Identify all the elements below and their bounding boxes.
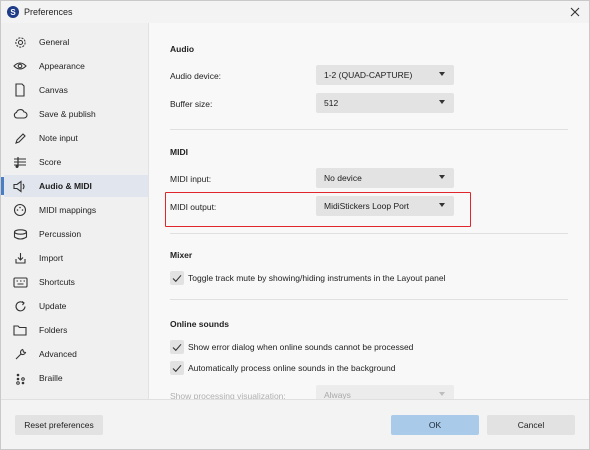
sidebar-item-label: Percussion — [39, 229, 82, 239]
score-icon — [12, 154, 28, 170]
chevron-down-icon — [439, 203, 445, 207]
sidebar-item-braille[interactable]: Braille — [4, 367, 148, 389]
show-error-dialog-checkbox[interactable] — [170, 340, 184, 354]
sidebar-item-note-input[interactable]: Note input — [4, 127, 148, 149]
sidebar-item-appearance[interactable]: Appearance — [4, 55, 148, 77]
sidebar-item-label: Canvas — [39, 85, 68, 95]
braille-icon — [12, 370, 28, 386]
sidebar-item-folders[interactable]: Folders — [4, 319, 148, 341]
speaker-icon — [12, 178, 28, 194]
sidebar-item-label: Import — [39, 253, 64, 263]
buffer-size-label: Buffer size: — [170, 99, 213, 109]
drum-icon — [12, 226, 28, 242]
close-button[interactable] — [567, 4, 583, 20]
visualization-value: Always — [324, 390, 351, 399]
sidebar-item-label: Score — [39, 157, 62, 167]
midi-input-select[interactable]: No device — [316, 168, 454, 188]
toggle-track-mute-checkbox[interactable] — [170, 271, 184, 285]
mixer-section-title: Mixer — [170, 250, 193, 260]
reset-preferences-button[interactable]: Reset preferences — [15, 415, 103, 435]
midi-input-label: MIDI input: — [170, 174, 212, 184]
buffer-size-value: 512 — [324, 98, 339, 108]
ok-button[interactable]: OK — [391, 415, 479, 435]
cancel-button[interactable]: Cancel — [487, 415, 575, 435]
sidebar-item-label: General — [39, 37, 70, 47]
sidebar-item-import[interactable]: Import — [4, 247, 148, 269]
toggle-track-mute-option: Toggle track mute by showing/hiding inst… — [170, 271, 446, 285]
sidebar-item-score[interactable]: Score — [4, 151, 148, 173]
auto-process-checkbox[interactable] — [170, 361, 184, 375]
auto-process-option: Automatically process online sounds in t… — [170, 361, 395, 375]
midi-output-label: MIDI output: — [170, 202, 217, 212]
buffer-size-select[interactable]: 512 — [316, 93, 454, 113]
refresh-icon — [12, 298, 28, 314]
chevron-down-icon — [439, 100, 445, 104]
audio-device-value: 1-2 (QUAD-CAPTURE) — [324, 70, 413, 80]
sidebar-item-percussion[interactable]: Percussion — [4, 223, 148, 245]
sidebar: General Appearance Canvas Save & publish… — [1, 23, 149, 399]
cloud-icon — [12, 106, 28, 122]
midi-port-icon — [12, 202, 28, 218]
sidebar-item-label: MIDI mappings — [39, 205, 97, 215]
audio-device-select[interactable]: 1-2 (QUAD-CAPTURE) — [316, 65, 454, 85]
app-logo-icon: S — [7, 6, 19, 18]
close-icon — [570, 7, 580, 17]
eye-icon — [12, 58, 28, 74]
keyboard-icon — [12, 274, 28, 290]
sidebar-item-label: Audio & MIDI — [39, 181, 92, 191]
midi-output-select[interactable]: MidiStickers Loop Port — [316, 196, 454, 216]
sidebar-item-audio-midi[interactable]: Audio & MIDI — [1, 175, 148, 197]
divider — [170, 233, 568, 234]
checkmark-icon — [172, 364, 182, 372]
sidebar-item-label: Appearance — [39, 61, 85, 71]
chevron-down-icon — [439, 72, 445, 76]
divider — [170, 129, 568, 130]
visualization-label: Show processing visualization: — [170, 391, 286, 399]
page-icon — [12, 82, 28, 98]
sidebar-item-canvas[interactable]: Canvas — [4, 79, 148, 101]
checkmark-icon — [172, 274, 182, 282]
toggle-track-mute-label: Toggle track mute by showing/hiding inst… — [188, 273, 446, 283]
midi-output-value: MidiStickers Loop Port — [324, 201, 410, 211]
pen-icon — [12, 130, 28, 146]
checkmark-icon — [172, 343, 182, 351]
audio-device-label: Audio device: — [170, 71, 222, 81]
title-bar: S Preferences — [1, 1, 589, 23]
chevron-down-icon — [439, 175, 445, 179]
sidebar-item-label: Shortcuts — [39, 277, 75, 287]
folder-icon — [12, 322, 28, 338]
sidebar-item-label: Save & publish — [39, 109, 96, 119]
sidebar-item-midi-mappings[interactable]: MIDI mappings — [4, 199, 148, 221]
gear-icon — [12, 34, 28, 50]
preferences-dialog: S Preferences General Appearance Canvas — [0, 0, 590, 450]
audio-section-title: Audio — [170, 44, 195, 54]
settings-panel: Audio Audio device: 1-2 (QUAD-CAPTURE) B… — [150, 23, 589, 399]
show-error-dialog-label: Show error dialog when online sounds can… — [188, 342, 414, 352]
chevron-down-icon — [439, 392, 445, 396]
midi-input-value: No device — [324, 173, 362, 183]
sidebar-item-label: Folders — [39, 325, 68, 335]
dialog-footer: Reset preferences OK Cancel — [1, 399, 589, 449]
import-icon — [12, 250, 28, 266]
sidebar-item-update[interactable]: Update — [4, 295, 148, 317]
sidebar-item-advanced[interactable]: Advanced — [4, 343, 148, 365]
auto-process-label: Automatically process online sounds in t… — [188, 363, 396, 373]
midi-section-title: MIDI — [170, 147, 188, 157]
sidebar-item-label: Braille — [39, 373, 63, 383]
online-sounds-section-title: Online sounds — [170, 319, 230, 329]
visualization-select[interactable]: Always — [316, 385, 454, 399]
show-error-dialog-option: Show error dialog when online sounds can… — [170, 340, 413, 354]
window-title: Preferences — [24, 7, 73, 17]
sidebar-item-save-publish[interactable]: Save & publish — [4, 103, 148, 125]
divider — [170, 299, 568, 300]
wrench-icon — [12, 346, 28, 362]
sidebar-item-shortcuts[interactable]: Shortcuts — [4, 271, 148, 293]
sidebar-item-label: Update — [39, 301, 67, 311]
sidebar-item-label: Note input — [39, 133, 78, 143]
sidebar-item-general[interactable]: General — [4, 31, 148, 53]
sidebar-item-label: Advanced — [39, 349, 77, 359]
